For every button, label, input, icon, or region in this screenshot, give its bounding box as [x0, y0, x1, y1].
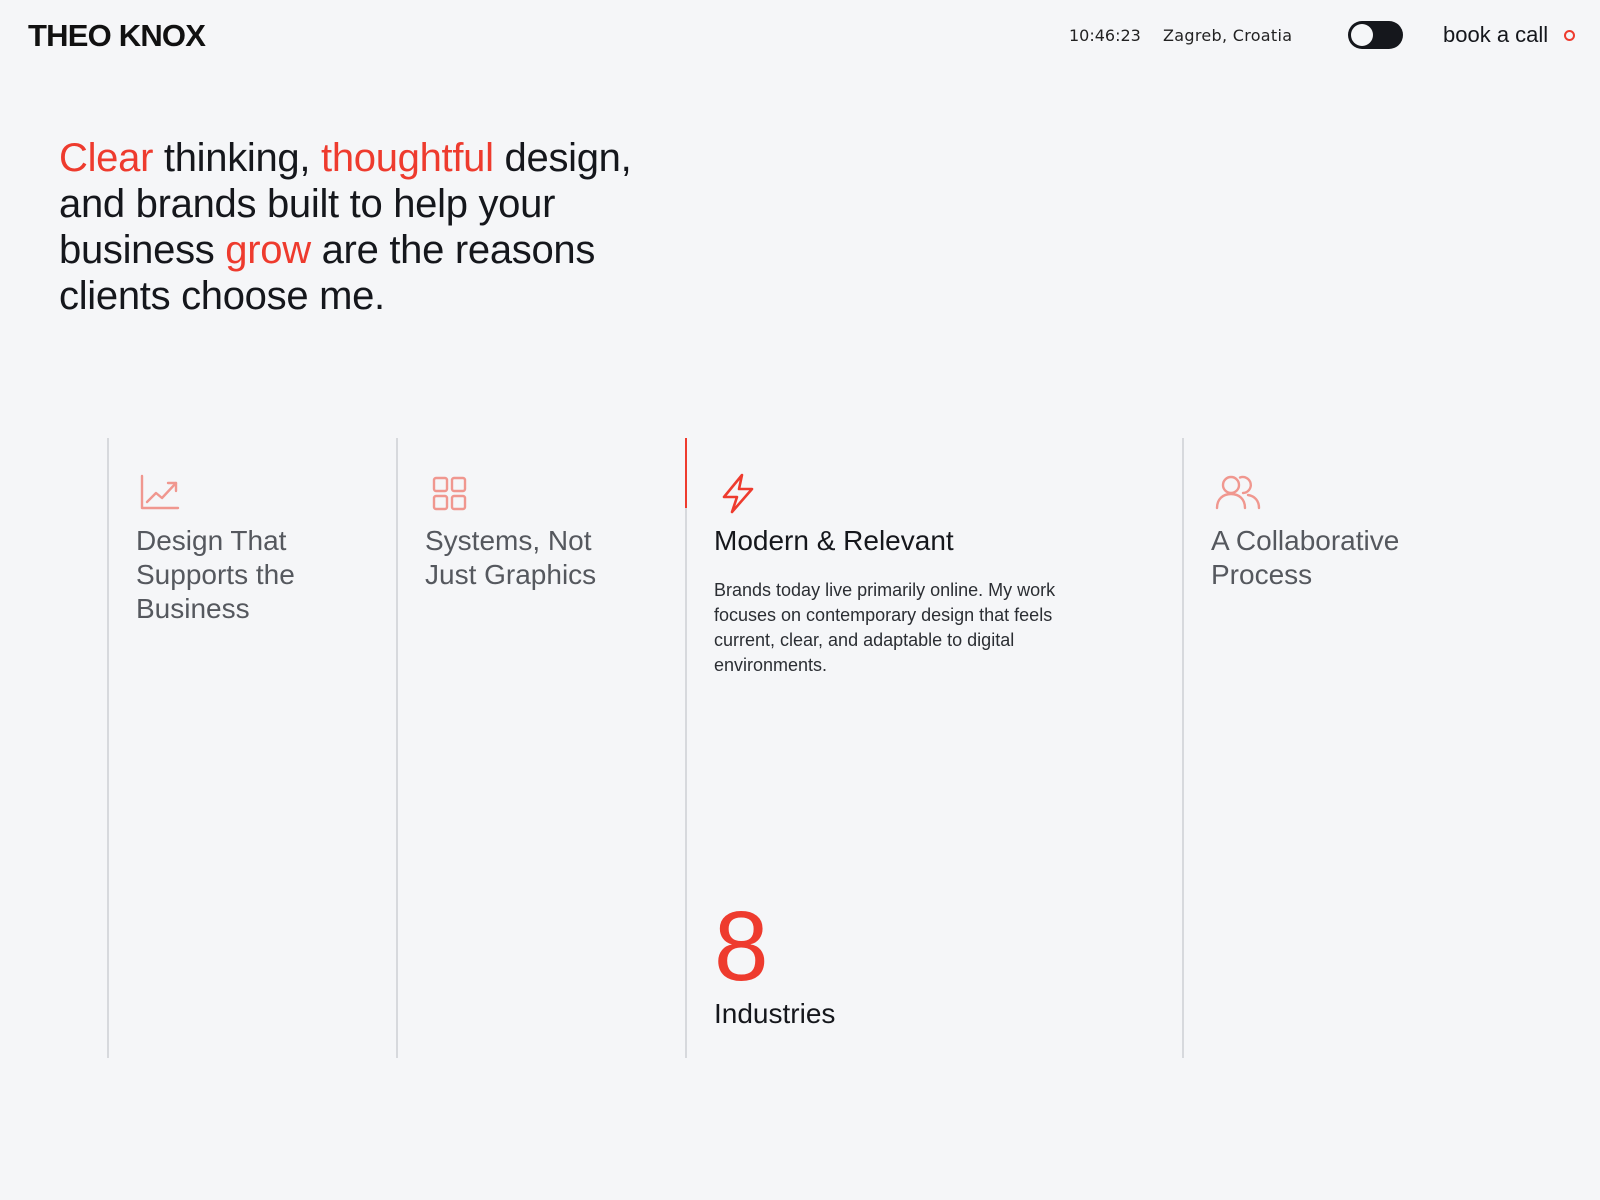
stat-label: Industries [714, 998, 836, 1029]
grid-icon [432, 476, 467, 511]
toggle-knob [1351, 24, 1373, 46]
logo[interactable]: THEO KNOX [28, 18, 206, 54]
circle-indicator-icon [1564, 29, 1576, 41]
lightning-icon [722, 473, 754, 514]
book-a-call-link[interactable]: book a call [1443, 22, 1576, 48]
feature-column-systems[interactable]: Systems, Not Just Graphics [396, 438, 683, 1058]
active-indicator [685, 438, 687, 508]
book-a-call-label: book a call [1443, 22, 1549, 47]
hero-heading: Clear thinking, thoughtful design, and b… [59, 135, 659, 319]
stat-value: 8 [714, 891, 769, 1001]
dark-mode-toggle[interactable] [1348, 21, 1403, 49]
hero-word-clear: Clear [59, 136, 154, 180]
hero-text: thinking, [153, 136, 322, 180]
local-time: 10:46:23 [1069, 26, 1141, 45]
trending-up-icon [140, 474, 180, 510]
feature-description: Brands today live primarily online. My w… [714, 580, 1056, 675]
feature-title: Systems, Not Just Graphics [425, 525, 597, 590]
feature-title: A Collaborative Process [1211, 525, 1400, 590]
feature-title: Design That Supports the Business [136, 525, 295, 624]
feature-title: Modern & Relevant [714, 525, 954, 556]
feature-column-modern[interactable]: Modern & Relevant Brands today live prim… [685, 438, 1180, 1058]
feature-column-collaborative[interactable]: A Collaborative Process [1182, 438, 1482, 1058]
hero-word-thoughtful: thoughtful [321, 136, 494, 180]
users-icon [1215, 475, 1261, 510]
location-label: Zagreb, Croatia [1163, 26, 1293, 45]
hero-word-grow: grow [225, 228, 311, 272]
feature-column-business[interactable]: Design That Supports the Business [107, 438, 394, 1058]
